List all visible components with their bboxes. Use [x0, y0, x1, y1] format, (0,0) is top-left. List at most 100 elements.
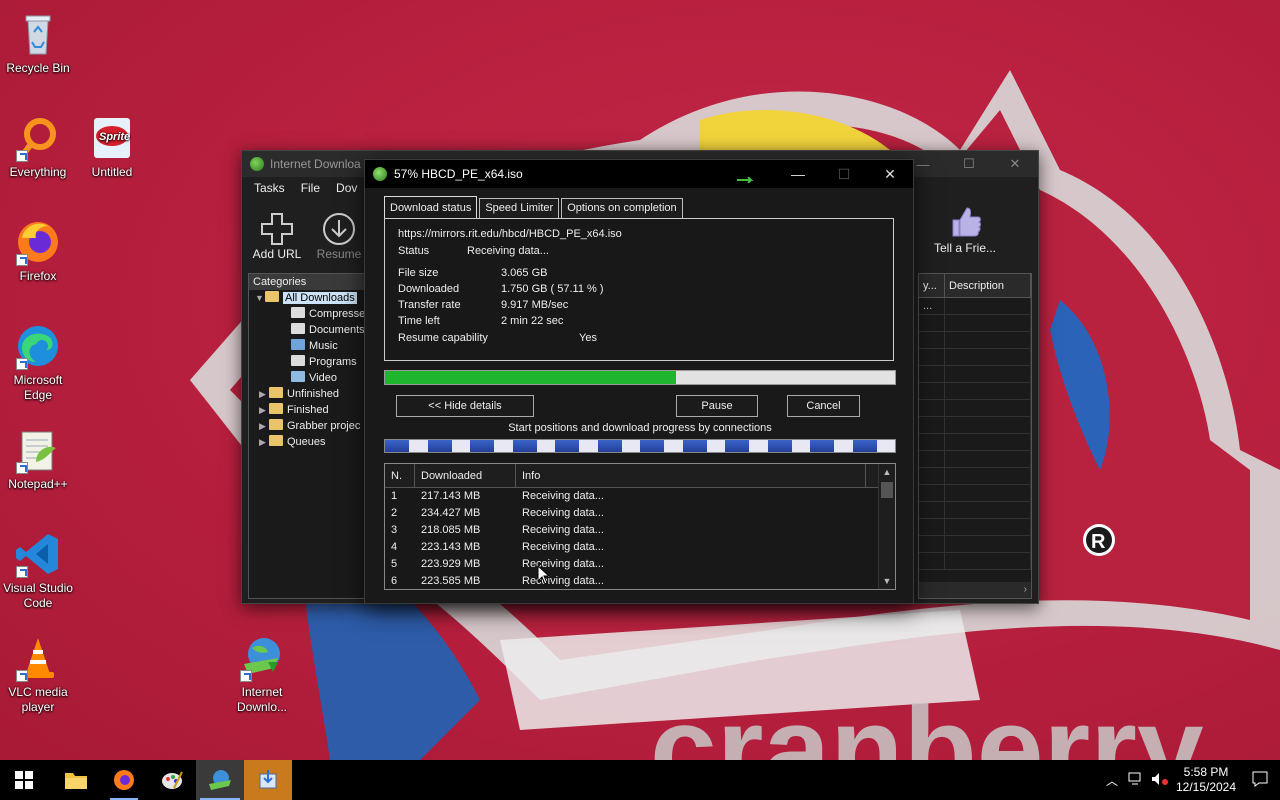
resume-button[interactable]: Resume [308, 211, 370, 269]
installer-package-icon [259, 770, 277, 789]
category-documents[interactable]: Documents [249, 322, 365, 338]
table-row [919, 451, 1031, 468]
svg-text:cranberry: cranberry [650, 682, 1204, 760]
folder-icon [269, 419, 283, 430]
column-info[interactable]: Info [516, 464, 866, 487]
download-arrow-icon [308, 211, 370, 247]
table-row[interactable]: 6 223.585 MB Receiving data... [385, 573, 895, 589]
hide-details-button[interactable]: << Hide details [396, 395, 534, 417]
menu-file[interactable]: File [293, 181, 328, 195]
connection-segment [555, 440, 598, 452]
category-finished[interactable]: ▶ Finished [249, 402, 365, 418]
category-compressed[interactable]: Compresse [249, 306, 365, 322]
shortcut-arrow-icon [16, 254, 28, 266]
category-unfinished[interactable]: ▶ Unfinished [249, 386, 365, 402]
connection-segment [427, 440, 471, 452]
connections-label: Start positions and download progress by… [508, 422, 772, 434]
scrollbar-thumb[interactable] [881, 482, 893, 498]
chevron-down-icon[interactable]: ▼ [879, 573, 895, 589]
desktop-icon-notepadpp[interactable]: Notepad++ [0, 426, 76, 492]
pause-button[interactable]: Pause [676, 395, 758, 417]
idm-main-title: Internet Downloa [270, 157, 361, 171]
table-row[interactable]: 2 234.427 MB Receiving data... [385, 505, 895, 522]
chevron-right-icon[interactable]: › [1024, 584, 1027, 595]
taskbar-clock[interactable]: 5:58 PM 12/15/2024 [1172, 765, 1240, 795]
category-queues[interactable]: ▶ Queues [249, 434, 365, 450]
mouse-cursor-icon [537, 565, 551, 585]
tab-options-on-completion[interactable]: Options on completion [561, 198, 683, 218]
desktop-icon-recycle-bin[interactable]: Recycle Bin [0, 10, 76, 76]
download-status-panel: https://mirrors.rit.edu/hbcd/HBCD_PE_x64… [384, 218, 894, 361]
network-icon[interactable] [1124, 772, 1148, 789]
cancel-button[interactable]: Cancel [787, 395, 860, 417]
start-button[interactable] [0, 760, 48, 800]
shortcut-arrow-icon [16, 462, 28, 474]
table-row[interactable]: 3 218.085 MB Receiving data... [385, 522, 895, 539]
minimize-icon[interactable]: — [775, 160, 821, 188]
chevron-right-icon: ▶ [259, 437, 266, 447]
archive-icon [291, 307, 305, 318]
taskbar-paint[interactable] [148, 760, 196, 800]
firefox-icon [14, 218, 62, 266]
close-icon[interactable]: ✕ [992, 151, 1038, 177]
desktop-icon-untitled[interactable]: Sprite Untitled [74, 114, 150, 180]
menu-downloads[interactable]: Dov [328, 181, 365, 195]
category-music[interactable]: Music [249, 338, 365, 354]
table-row[interactable]: 5 223.929 MB Receiving data... [385, 556, 895, 573]
volume-muted-icon[interactable] [1148, 772, 1172, 789]
tab-download-status[interactable]: Download status [384, 196, 478, 218]
connections-table[interactable]: N. Downloaded Info 1 217.143 MB Receiving … [384, 463, 896, 590]
table-row[interactable]: 4 223.143 MB Receiving data... [385, 539, 895, 556]
tab-speed-limiter[interactable]: Speed Limiter [479, 198, 560, 218]
table-row[interactable]: ... [919, 298, 1031, 315]
taskbar-firefox[interactable] [100, 760, 148, 800]
idm-globe-icon [209, 770, 231, 790]
status-row: Status Receiving data... [398, 245, 549, 257]
notification-icon[interactable] [1240, 771, 1280, 790]
everything-search-icon [14, 114, 62, 162]
connection-segment-fill [810, 440, 835, 452]
desktop-icon-vlc[interactable]: VLC media player [0, 634, 76, 715]
taskbar-idm[interactable] [196, 760, 244, 800]
close-icon[interactable]: ✕ [867, 160, 913, 188]
desktop-icon-firefox[interactable]: Firefox [0, 218, 76, 284]
desktop-icon-label: Recycle Bin [6, 61, 70, 75]
tell-friend-button[interactable]: Tell a Frie... [930, 203, 1000, 255]
taskbar-installer[interactable] [244, 760, 292, 800]
desktop-icon-edge[interactable]: Microsoft Edge [0, 322, 76, 403]
taskbar-file-explorer[interactable] [52, 760, 100, 800]
program-icon [291, 355, 305, 366]
category-all-downloads[interactable]: ▼ All Downloads [249, 290, 365, 306]
desktop-icon-vscode[interactable]: Visual Studio Code [0, 530, 76, 611]
chevron-right-icon: ▶ [259, 405, 266, 415]
folder-icon [269, 403, 283, 414]
category-programs[interactable]: Programs [249, 354, 365, 370]
column-downloaded[interactable]: Downloaded [415, 464, 516, 487]
menu-tasks[interactable]: Tasks [246, 181, 293, 195]
horizontal-scrollbar[interactable]: › [919, 582, 1031, 598]
dialog-titlebar[interactable]: 57% HBCD_PE_x64.iso — ☐ ✕ [365, 160, 913, 188]
desktop-icon-everything[interactable]: Everything [0, 114, 76, 180]
table-row [919, 519, 1031, 536]
vertical-scrollbar[interactable]: ▲ ▼ [878, 464, 895, 589]
add-url-button[interactable]: Add URL [246, 211, 308, 269]
shortcut-arrow-icon [16, 670, 28, 682]
category-video[interactable]: Video [249, 370, 365, 386]
status-value: Receiving data... [467, 245, 549, 257]
chevron-up-icon[interactable]: ︿ [1100, 772, 1124, 789]
desktop-icon-idm[interactable]: Internet Downlo... [224, 634, 300, 715]
downloads-list[interactable]: y... Description ... › [918, 273, 1032, 599]
column-number[interactable]: N. [385, 464, 415, 487]
paint-palette-icon [162, 771, 183, 789]
desktop-icon-label: Everything [9, 165, 67, 179]
table-row[interactable]: 1 217.143 MB Receiving data... [385, 488, 895, 505]
download-progress-dialog[interactable]: 57% HBCD_PE_x64.iso — ☐ ✕ Download statu… [364, 159, 914, 604]
maximize-icon[interactable]: ☐ [946, 151, 992, 177]
chevron-up-icon[interactable]: ▲ [879, 464, 895, 480]
idm-app-icon [250, 157, 264, 171]
column-partial[interactable]: y... [919, 274, 945, 297]
file-size-row: File size 3.065 GB [398, 267, 547, 279]
category-grabber-projects[interactable]: ▶ Grabber projec [249, 418, 365, 434]
column-description[interactable]: Description [945, 274, 1031, 297]
video-icon [291, 371, 305, 382]
